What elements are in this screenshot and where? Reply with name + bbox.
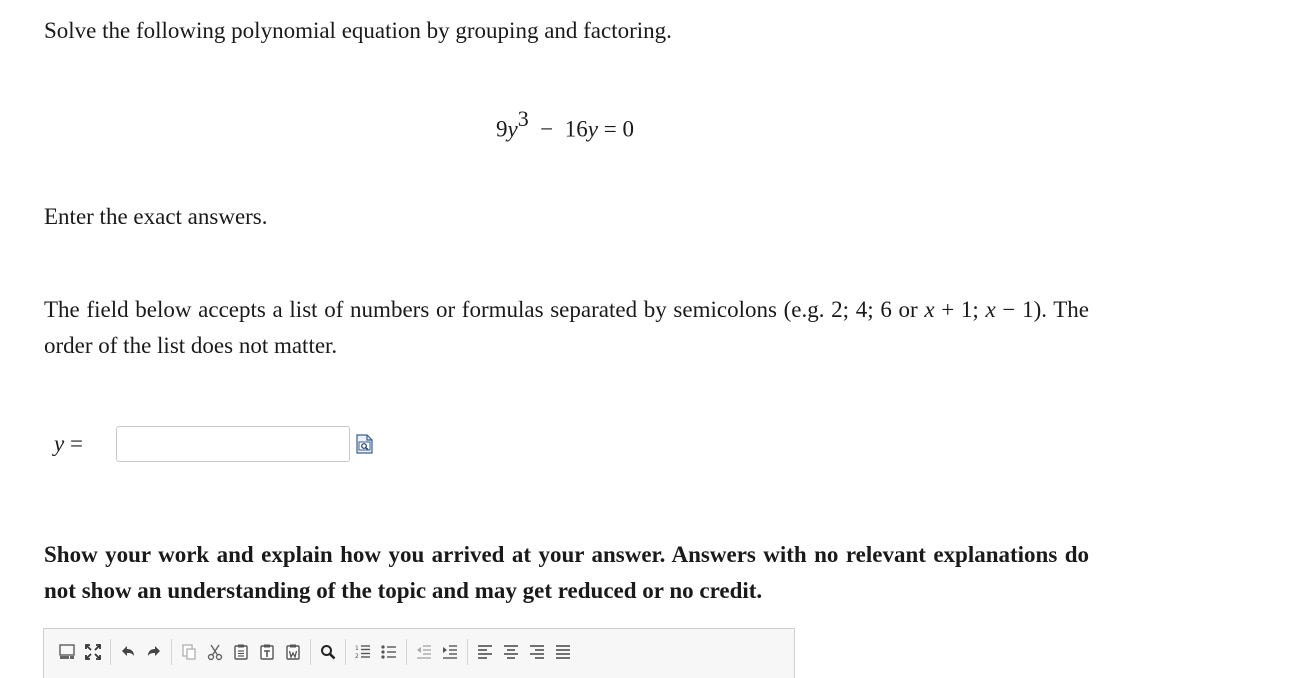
answer-label: y =: [54, 431, 116, 457]
paste-word-icon[interactable]: [280, 640, 306, 664]
copy-icon[interactable]: [228, 640, 254, 664]
example-minus-one: − 1: [1002, 297, 1034, 322]
toolbar-group-document: [50, 639, 111, 665]
equation-var2: y: [587, 116, 598, 142]
answer-equals: =: [69, 431, 83, 456]
field-instructions-text: The field below accepts a list of number…: [44, 297, 825, 322]
toolbar-group-indent: [407, 639, 468, 665]
svg-text:2: 2: [355, 653, 359, 660]
equation-var1: y: [507, 116, 518, 142]
field-instructions: The field below accepts a list of number…: [44, 292, 1089, 364]
bulleted-list-icon[interactable]: [376, 640, 402, 664]
indent-icon[interactable]: [437, 640, 463, 664]
work-instructions: Show your work and explain how you arriv…: [44, 542, 1089, 603]
example-x-1: x: [924, 297, 935, 322]
find-icon[interactable]: [315, 640, 341, 664]
justify-icon[interactable]: [550, 640, 576, 664]
toolbar-group-history: [111, 639, 172, 665]
preview-icon[interactable]: [354, 431, 376, 457]
toolbar-group-clipboard: [172, 639, 311, 665]
equation-equals: =: [603, 116, 617, 142]
equation-coef2: 16: [564, 116, 588, 142]
svg-text:1: 1: [355, 645, 359, 652]
question-intro: Solve the following polynomial equation …: [44, 18, 672, 43]
answer-row: y =: [54, 425, 376, 463]
example-or: or: [898, 297, 918, 322]
source-icon[interactable]: [54, 640, 80, 664]
exact-answers-note: Enter the exact answers.: [44, 204, 268, 229]
answer-variable: y: [54, 431, 65, 456]
example-x-2: x: [985, 297, 996, 322]
answer-input[interactable]: [116, 426, 350, 462]
equation-rhs: 0: [622, 116, 634, 142]
equation-exponent: 3: [517, 106, 529, 131]
toolbar-group-lists: 12: [346, 639, 407, 665]
maximize-icon[interactable]: [80, 640, 106, 664]
equation-minus: −: [540, 116, 554, 142]
toolbar-group-find: [311, 639, 346, 665]
equation-coef1: 9: [496, 116, 508, 142]
align-center-icon[interactable]: [498, 640, 524, 664]
toolbar-group-align: [468, 639, 580, 665]
align-left-icon[interactable]: [472, 640, 498, 664]
cut-icon[interactable]: [202, 640, 228, 664]
redo-icon[interactable]: [141, 640, 167, 664]
example-numbers: 2; 4; 6: [831, 297, 892, 322]
paste-icon[interactable]: [176, 640, 202, 664]
outdent-icon[interactable]: [411, 640, 437, 664]
numbered-list-icon[interactable]: 12: [350, 640, 376, 664]
equation: 9y3 − 16y = 0: [0, 106, 1130, 143]
example-plus-one: + 1;: [941, 297, 979, 322]
undo-icon[interactable]: [115, 640, 141, 664]
align-right-icon[interactable]: [524, 640, 550, 664]
paste-text-icon[interactable]: [254, 640, 280, 664]
